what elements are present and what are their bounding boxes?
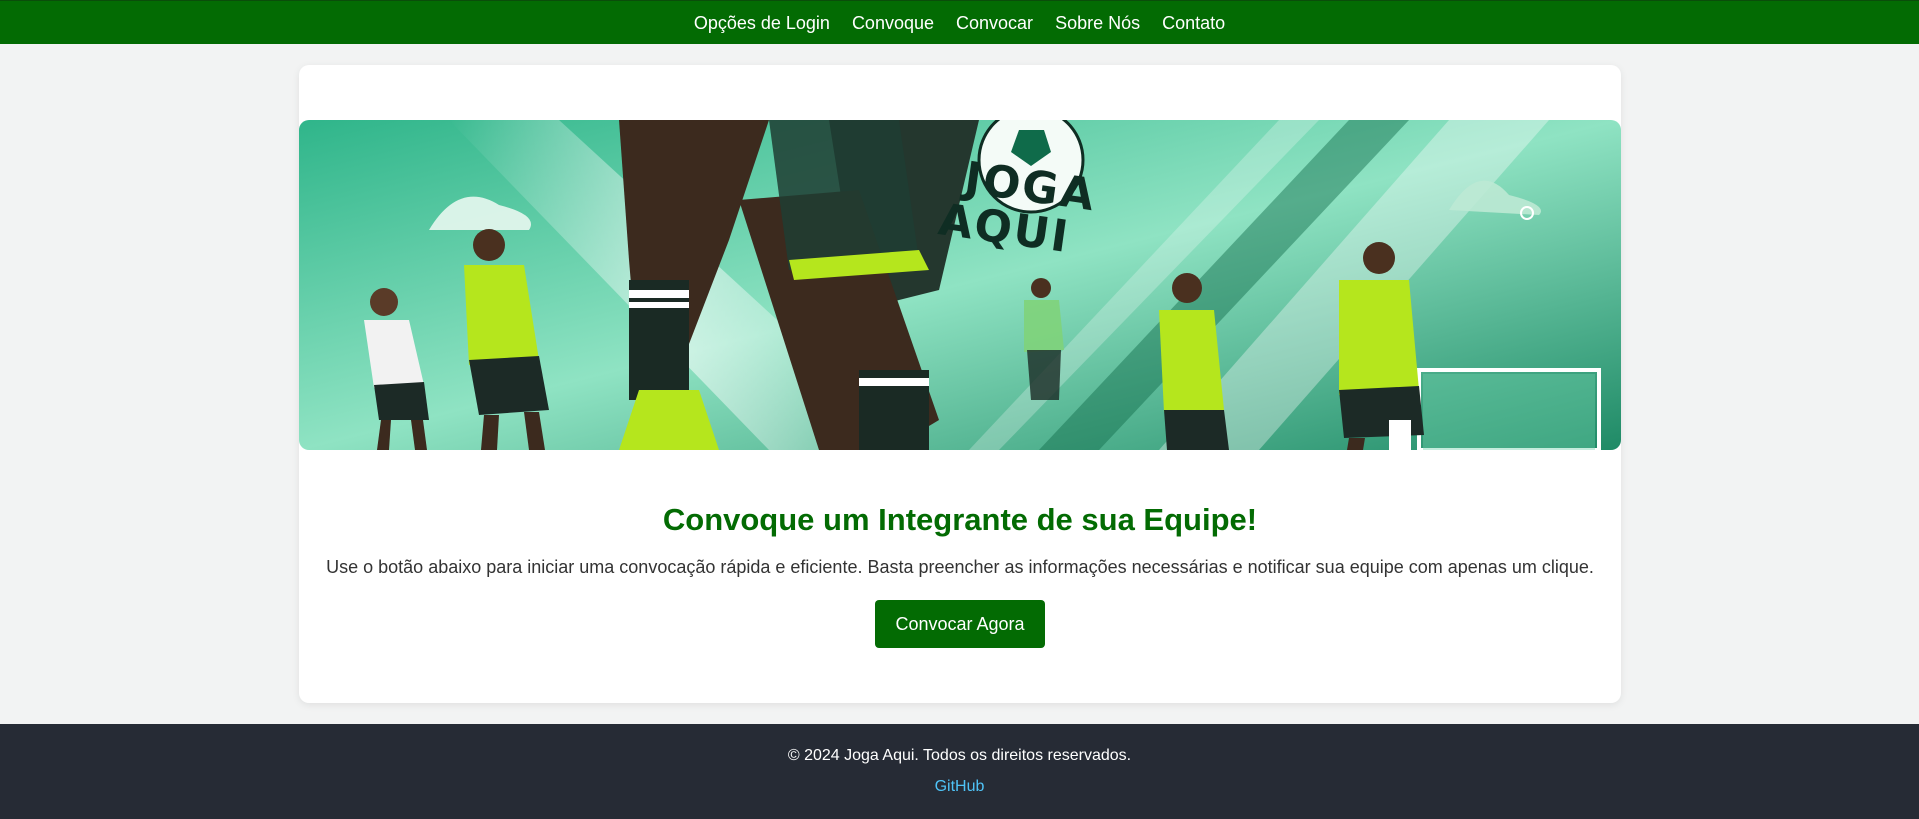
hero-banner-image: JOGA AQUI <box>299 120 1621 450</box>
github-link[interactable]: GitHub <box>0 778 1919 796</box>
top-navbar: Opções de Login Convoque Convocar Sobre … <box>0 0 1919 44</box>
nav-link-about[interactable]: Sobre Nós <box>1055 14 1140 32</box>
description-text: Use o botão abaixo para iniciar uma conv… <box>326 557 1594 577</box>
convocar-agora-button[interactable]: Convocar Agora <box>875 600 1045 648</box>
nav-link-login-options[interactable]: Opções de Login <box>694 14 830 32</box>
copyright-text: © 2024 Joga Aqui. Todos os direitos rese… <box>787 747 1132 764</box>
page-heading: Convoque um Integrante de sua Equipe! <box>662 502 1258 537</box>
nav-link-convoque[interactable]: Convoque <box>852 14 934 32</box>
nav-link-contact[interactable]: Contato <box>1162 14 1225 32</box>
main-card: JOGA AQUI Convoque um Integrante de sua … <box>299 65 1621 703</box>
page-footer: © 2024 Joga Aqui. Todos os direitos rese… <box>0 724 1919 819</box>
nav-link-convocar[interactable]: Convocar <box>956 14 1033 32</box>
